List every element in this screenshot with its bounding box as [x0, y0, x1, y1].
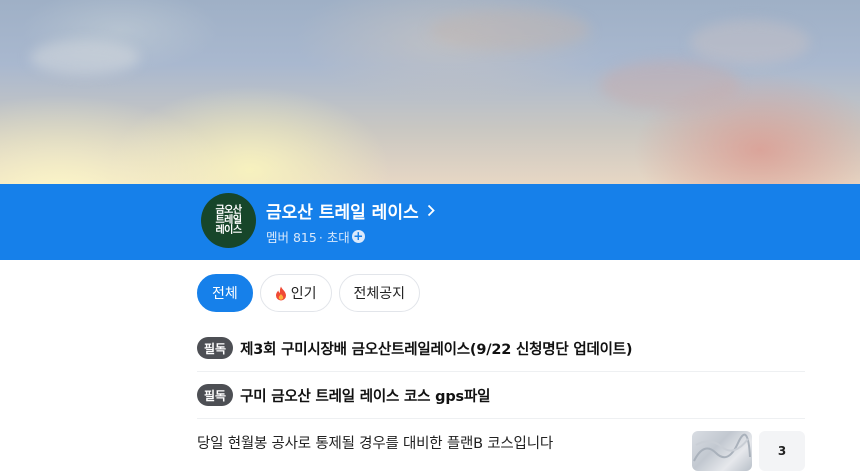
tab-popular-label: 인기	[290, 286, 317, 302]
cafe-name-link[interactable]: 금오산 트레일 레이스	[266, 198, 435, 223]
invite-label[interactable]: · 초대	[319, 227, 350, 246]
post-list: 필독 제3회 구미시장배 금오산트레일레이스(9/22 신청명단 업데이트) 필…	[197, 325, 805, 419]
post-title[interactable]: 제3회 구미시장배 금오산트레일레이스(9/22 신청명단 업데이트)	[240, 338, 632, 359]
cafe-meta: 멤버 815 · 초대 +	[266, 227, 365, 246]
member-count[interactable]: 멤버 815	[266, 227, 317, 246]
post-title[interactable]: 당일 현월봉 공사로 통제될 경우를 대비한 플랜B 코스입니다	[197, 432, 553, 453]
post-thumbnail[interactable]	[692, 431, 752, 471]
cover-image	[0, 0, 860, 184]
tab-popular[interactable]: 인기	[259, 274, 332, 312]
list-item[interactable]: 필독 구미 금오산 트레일 레이스 코스 gps파일	[197, 372, 805, 419]
tab-all-notices[interactable]: 전체공지	[338, 274, 421, 312]
tab-all-label: 전체	[212, 286, 238, 302]
cafe-logo[interactable]: 금오산 트레일 레이스	[201, 193, 256, 248]
logo-line-3: 레이스	[215, 224, 242, 236]
logo-line-1: 금오산	[215, 204, 242, 216]
cafe-name: 금오산 트레일 레이스	[266, 203, 419, 223]
comment-count[interactable]: 3	[759, 431, 805, 471]
logo-line-2: 트레일	[215, 214, 242, 226]
list-item[interactable]: 필독 제3회 구미시장배 금오산트레일레이스(9/22 신청명단 업데이트)	[197, 325, 805, 372]
list-item[interactable]: 당일 현월봉 공사로 통제될 경우를 대비한 플랜B 코스입니다 3	[197, 419, 805, 471]
must-read-badge: 필독	[197, 337, 234, 359]
chevron-right-icon	[427, 204, 435, 217]
tab-all[interactable]: 전체	[197, 274, 253, 312]
plus-icon[interactable]: +	[351, 230, 365, 243]
post-title[interactable]: 구미 금오산 트레일 레이스 코스 gps파일	[240, 385, 490, 406]
board-tabs: 전체 인기 전체공지	[197, 274, 421, 312]
fire-icon	[275, 286, 287, 301]
must-read-badge: 필독	[197, 384, 234, 406]
tab-all-notices-label: 전체공지	[353, 286, 406, 302]
